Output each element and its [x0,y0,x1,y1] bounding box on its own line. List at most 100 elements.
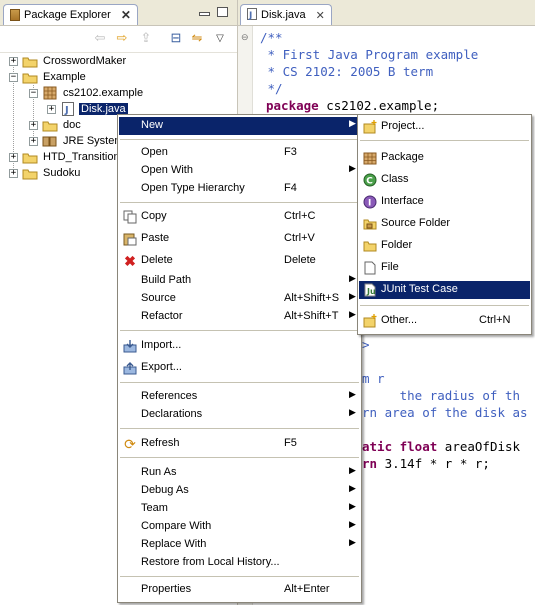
menu-item-restore-local-history[interactable]: Restore from Local History... [119,554,360,572]
link-with-editor-icon[interactable]: ⇋ [189,30,205,46]
menu-item-export[interactable]: Export... [119,359,360,377]
menu-item-label: Paste [141,232,170,244]
menu-item-refresh[interactable]: ⟳ Refresh F5 [119,435,360,453]
menu-item-compare-with[interactable]: Compare With ▶ [119,518,360,536]
package-explorer-icon [10,9,20,21]
menu-item-paste[interactable]: Paste Ctrl+V [119,230,360,248]
editor-tab-title: Disk.java [261,9,306,21]
menu-item-accelerator: Alt+Shift+T [284,310,339,322]
code-line: */ [260,81,283,96]
tree-item-doc[interactable]: + doc [29,117,83,133]
code-line-package: package cs2102.example; [266,97,439,114]
expand-icon[interactable]: + [29,136,38,146]
menu-item-team[interactable]: Team ▶ [119,500,360,518]
tree-item-crosswordmaker[interactable]: + CrosswordMaker [9,53,128,69]
menu-item-properties[interactable]: Properties Alt+Enter [119,581,360,599]
tree-item-jre-system[interactable]: + JRE System [29,133,126,149]
menu-item-open[interactable]: Open F3 [119,144,360,162]
tree-item-label: cs2102.example [63,87,144,99]
menu-item-accelerator: Delete [284,254,316,266]
editor-tab-disk-java[interactable]: J Disk.java ✕ [240,4,332,25]
menu-item-source[interactable]: Source Alt+Shift+S ▶ [119,290,360,308]
menu-item-references[interactable]: References ▶ [119,388,360,406]
close-icon[interactable]: ✕ [121,8,131,22]
package-explorer-tab[interactable]: Package Explorer ✕ [3,4,138,25]
submenu-arrow-icon: ▶ [349,501,356,511]
interface-icon: I [362,194,378,210]
menu-item-new-interface[interactable]: I Interface [359,193,530,211]
menu-item-label: Debug As [141,484,189,496]
menu-item-delete[interactable]: ✖ Delete Delete [119,252,360,270]
menu-item-declarations[interactable]: Declarations ▶ [119,406,360,424]
menu-item-accelerator: Ctrl+C [284,210,316,222]
tree-item-label: CrosswordMaker [43,55,127,67]
collapse-all-icon[interactable]: ⊟ [168,30,184,46]
menu-item-label: Source Folder [381,217,451,229]
svg-text:C: C [366,177,373,187]
menu-item-new-other[interactable]: Other... Ctrl+N [359,312,530,330]
submenu-arrow-icon: ▶ [349,273,356,283]
tree-item-disk-java[interactable]: + J Disk.java [47,101,128,117]
back-icon[interactable]: ⇦ [92,30,108,46]
menu-item-debug-as[interactable]: Debug As ▶ [119,482,360,500]
code-line: * CS 2102: 2005 B term [260,64,434,79]
class-icon: C [362,172,378,188]
menu-item-build-path[interactable]: Build Path ▶ [119,272,360,290]
submenu-arrow-icon: ▶ [349,407,356,417]
fold-icon[interactable]: ⊖ [241,32,249,43]
menu-item-copy[interactable]: Copy Ctrl+C [119,208,360,226]
tree-item-htd-transition[interactable]: + HTD_Transition [9,149,122,165]
menu-item-new-package[interactable]: Package [359,149,530,167]
file-icon [362,260,378,276]
collapse-icon[interactable]: − [29,88,38,98]
expand-icon[interactable]: + [9,56,18,66]
expand-icon[interactable]: + [9,168,18,178]
menu-item-refactor[interactable]: Refactor Alt+Shift+T ▶ [119,308,360,326]
svg-text:J: J [248,11,252,20]
menu-item-label: References [141,390,198,402]
jre-library-icon [42,134,58,148]
expand-icon[interactable]: + [29,120,38,130]
menu-item-replace-with[interactable]: Replace With ▶ [119,536,360,554]
folder-icon [362,238,378,254]
project-folder-icon [22,54,38,68]
forward-icon[interactable]: ⇨ [114,30,130,46]
submenu-arrow-icon: ▶ [349,389,356,399]
menu-item-new[interactable]: New ▶ [119,117,360,135]
view-menu-icon[interactable]: ▽ [212,30,228,46]
maximize-view-button[interactable] [217,7,228,17]
submenu-arrow-icon: ▶ [349,519,356,529]
submenu-arrow-icon: ▶ [349,465,356,475]
menu-item-new-class[interactable]: C Class [359,171,530,189]
menu-item-open-with[interactable]: Open With ▶ [119,162,360,180]
menu-item-run-as[interactable]: Run As ▶ [119,464,360,482]
project-folder-icon [22,166,38,180]
menu-item-new-file[interactable]: File [359,259,530,277]
menu-item-import[interactable]: Import... [119,337,360,355]
expand-icon[interactable]: + [47,104,56,114]
menu-item-label: Open [141,146,168,158]
maximize-icon [217,7,228,17]
menu-item-accelerator: Ctrl+V [284,232,315,244]
package-explorer-tabbar: Package Explorer ✕ [0,0,237,26]
menu-item-new-junit-test-case[interactable]: Ju JUnit Test Case [359,281,530,299]
code-line: /** [260,30,283,45]
menu-item-project[interactable]: Project... [359,118,530,136]
tree-item-example[interactable]: − Example [9,69,88,85]
tree-item-label: Example [43,71,86,83]
collapse-icon[interactable]: − [9,72,18,82]
tree-item-label: JRE System [63,135,124,147]
minimize-view-button[interactable] [199,7,210,16]
code-line-return: rn 3.14f * r * r; [362,455,490,472]
tree-item-sudoku[interactable]: + Sudoku [9,165,82,181]
expand-icon[interactable]: + [9,152,18,162]
menu-item-open-type-hierarchy[interactable]: Open Type Hierarchy F4 [119,180,360,198]
up-icon[interactable]: ⇪ [138,30,154,46]
code-line: the radius of th [362,388,521,403]
menu-item-new-folder[interactable]: Folder [359,237,530,255]
editor-tabbar: J Disk.java ✕ [238,0,535,26]
close-icon[interactable]: ✕ [316,9,325,22]
menu-item-new-source-folder[interactable]: Source Folder [359,215,530,233]
tree-item-package[interactable]: − cs2102.example [29,85,145,101]
menu-item-label: Open Type Hierarchy [141,182,245,194]
